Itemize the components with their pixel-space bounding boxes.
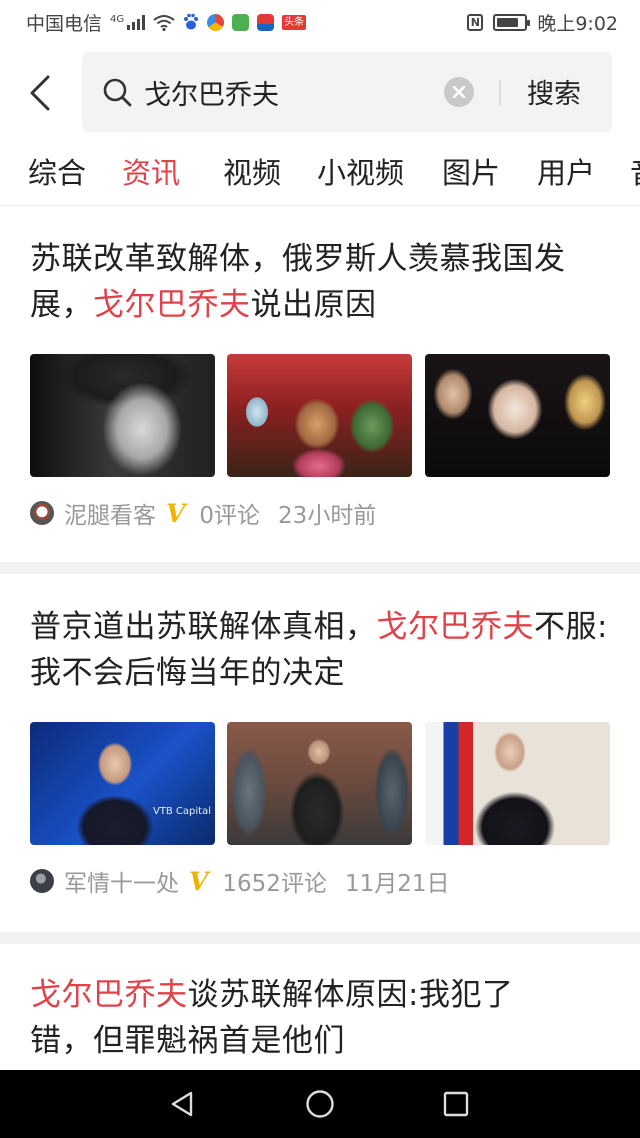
article-image[interactable]: VTB Capital [30, 722, 215, 845]
author-name[interactable]: 泥腿看客 [64, 496, 156, 530]
browser-app-icon [207, 13, 225, 31]
article-image[interactable] [227, 354, 412, 477]
nav-recents-button[interactable] [440, 1088, 472, 1120]
article-images [30, 354, 610, 477]
clear-button[interactable] [444, 77, 474, 107]
search-icon [103, 78, 132, 107]
red-app-icon [257, 13, 275, 31]
nav-back-button[interactable] [166, 1088, 198, 1120]
article-meta: 军情十一处 V 1652评论 11月21日 [30, 864, 450, 898]
green-app-icon [232, 13, 250, 31]
signal-icon: 4G [110, 14, 146, 30]
search-header: 搜索 [0, 52, 640, 134]
keyword-highlight: 戈尔巴乔夫 [376, 609, 534, 645]
article-card[interactable]: 戈尔巴乔夫谈苏联解体原因:我犯了错，但罪魁祸首是他们 [0, 944, 640, 1070]
search-divider [499, 80, 501, 106]
publish-time: 23小时前 [278, 503, 377, 529]
article-title: 戈尔巴乔夫谈苏联解体原因:我犯了错，但罪魁祸首是他们 [30, 977, 514, 1059]
comment-count: 1652评论 [222, 871, 327, 897]
category-tabs: 综合 资讯 视频 小视频 图片 用户 音 [0, 150, 640, 196]
article-images: VTB Capital [30, 722, 610, 845]
nav-back-icon [171, 1091, 193, 1117]
tab-video[interactable]: 视频 [223, 150, 281, 192]
tab-all[interactable]: 综合 [28, 150, 86, 192]
article-image[interactable] [227, 722, 412, 845]
publish-time: 11月21日 [344, 871, 450, 897]
tab-users[interactable]: 用户 [537, 150, 595, 192]
search-input[interactable] [144, 76, 424, 108]
avatar[interactable] [30, 501, 54, 525]
tab-images[interactable]: 图片 [442, 150, 500, 192]
article-image[interactable] [425, 722, 610, 845]
battery-level [497, 17, 519, 27]
news-app-icon: 头条 [282, 14, 307, 30]
keyword-highlight: 戈尔巴乔夫 [30, 977, 188, 1013]
article-image[interactable] [30, 354, 215, 477]
network-type: 4G [110, 14, 125, 25]
photo-logo: VTB Capital [152, 806, 211, 817]
nav-home-button[interactable] [304, 1088, 336, 1120]
article-meta: 泥腿看客 V 0评论 23小时前 [30, 496, 377, 530]
article-title: 普京道出苏联解体真相，戈尔巴乔夫不服:我不会后悔当年的决定 [30, 609, 608, 691]
nav-home-icon [306, 1090, 334, 1118]
search-button[interactable]: 搜索 [527, 72, 581, 111]
back-arrow-icon [30, 75, 50, 111]
battery-icon [493, 13, 531, 31]
carrier-label: 中国电信 [26, 12, 103, 35]
tab-music[interactable]: 音 [630, 150, 640, 192]
nfc-icon: N [467, 13, 484, 31]
card-separator [0, 932, 640, 944]
nav-recents-icon [443, 1091, 469, 1117]
article-card[interactable]: 普京道出苏联解体真相，戈尔巴乔夫不服:我不会后悔当年的决定 VTB Capita… [0, 574, 640, 930]
verified-badge: V [166, 498, 186, 528]
keyword-highlight: 戈尔巴乔夫 [93, 287, 251, 323]
system-nav-bar [0, 1070, 640, 1138]
article-image[interactable] [425, 354, 610, 477]
tab-short-video[interactable]: 小视频 [317, 150, 404, 192]
back-button[interactable] [20, 70, 60, 116]
clock: 晚上9:02 [537, 12, 618, 35]
article-card[interactable]: 苏联改革致解体，俄罗斯人羡慕我国发展，戈尔巴乔夫说出原因 泥腿看客 V 0评论 … [0, 206, 640, 562]
tab-news[interactable]: 资讯 [122, 150, 180, 192]
avatar[interactable] [30, 869, 54, 893]
wifi-icon [153, 14, 175, 31]
status-bar: 中国电信 4G 头条 N 晚上9:02 [0, 0, 640, 44]
baidu-app-icon [184, 13, 199, 30]
clear-icon [452, 85, 466, 99]
author-name[interactable]: 军情十一处 [64, 864, 179, 898]
article-title: 苏联改革致解体，俄罗斯人羡慕我国发展，戈尔巴乔夫说出原因 [30, 241, 566, 323]
card-separator [0, 562, 640, 574]
verified-badge: V [189, 866, 209, 896]
search-box: 搜索 [82, 52, 612, 132]
comment-count: 0评论 [199, 503, 261, 529]
